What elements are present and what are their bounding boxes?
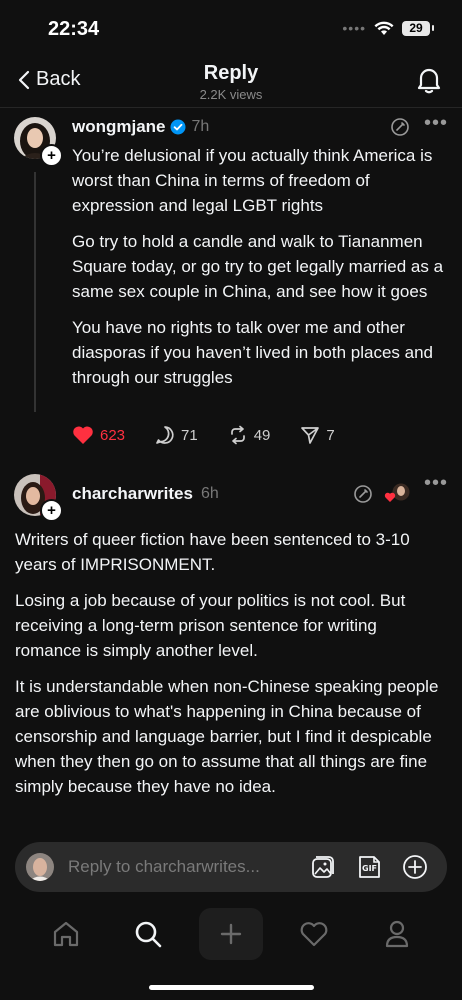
repost-button[interactable]: 49 (228, 425, 271, 445)
image-icon (312, 856, 334, 878)
follow-button[interactable]: + (40, 144, 63, 167)
post-time: 7h (191, 118, 210, 135)
home-indicator (149, 985, 314, 990)
tab-profile[interactable] (365, 908, 429, 960)
views-count: 2.2K views (199, 87, 263, 102)
signal-dots-icon: •••• (342, 20, 366, 36)
edit-icon[interactable] (390, 117, 410, 137)
battery-icon: 29 (402, 20, 430, 36)
post-paragraph: Go try to hold a candle and walk to Tian… (72, 232, 444, 301)
like-count: 623 (100, 426, 126, 444)
post-body: Writers of queer fiction have been sente… (15, 527, 445, 810)
battery-cap (432, 25, 434, 31)
post-actions: 623 71 49 7 (72, 425, 365, 445)
repost-count: 49 (253, 426, 271, 444)
share-count: 7 (326, 426, 335, 444)
more-options-icon[interactable]: ••• (424, 112, 448, 135)
heart-filled-icon (73, 426, 93, 444)
add-attachment-button[interactable] (401, 853, 429, 881)
home-icon (53, 921, 79, 947)
wifi-icon (374, 21, 394, 35)
post-paragraph: It is understandable when non-Chinese sp… (15, 677, 439, 796)
reply-count: 71 (181, 426, 198, 444)
plus-circle-icon (403, 855, 427, 879)
verified-badge-icon (170, 119, 186, 135)
post-username[interactable]: wongmjane (72, 117, 166, 137)
post-paragraph: Losing a job because of your politics is… (15, 591, 406, 660)
reply-input[interactable] (66, 856, 309, 878)
nav-divider (0, 107, 462, 108)
status-icons: •••• 29 (342, 20, 434, 36)
search-icon (135, 921, 162, 948)
like-button[interactable]: 623 (72, 425, 125, 445)
tab-new-post[interactable] (199, 908, 263, 960)
plus-icon (220, 923, 242, 945)
send-icon (301, 427, 320, 444)
post-paragraph: You’re delusional if you actually think … (72, 146, 433, 215)
repost-icon (230, 425, 245, 445)
image-upload-button[interactable] (309, 853, 337, 881)
follow-button[interactable]: + (40, 499, 63, 522)
tab-activity[interactable] (282, 908, 346, 960)
liked-by-avatar[interactable] (383, 482, 411, 504)
heart-icon (300, 922, 328, 947)
post-body: You’re delusional if you actually think … (72, 143, 452, 401)
profile-icon (385, 920, 409, 948)
reply-button[interactable]: 71 (155, 425, 198, 445)
tab-search[interactable] (116, 908, 180, 960)
status-time: 22:34 (48, 18, 100, 40)
thread-line (34, 172, 36, 412)
gif-icon: GIF (359, 856, 380, 878)
post-time: 6h (200, 485, 219, 502)
reply-composer: GIF (15, 842, 447, 892)
post-header: wongmjane 7h (72, 117, 209, 137)
more-options-icon[interactable]: ••• (424, 472, 448, 495)
post-header: charcharwrites 6h (72, 484, 219, 504)
post-username[interactable]: charcharwrites (72, 484, 193, 504)
avatar (26, 853, 54, 881)
page-title: Reply (203, 62, 259, 84)
notifications-button[interactable] (416, 66, 442, 99)
post-paragraph: Writers of queer fiction have been sente… (15, 530, 410, 574)
post-paragraph: You have no rights to talk over me and o… (72, 318, 434, 387)
tab-home[interactable] (34, 908, 98, 960)
share-button[interactable]: 7 (300, 425, 335, 445)
bell-icon (417, 68, 441, 94)
comment-icon (156, 426, 174, 444)
edit-icon[interactable] (353, 484, 373, 504)
gif-button[interactable]: GIF (355, 853, 383, 881)
svg-text:GIF: GIF (362, 864, 377, 873)
